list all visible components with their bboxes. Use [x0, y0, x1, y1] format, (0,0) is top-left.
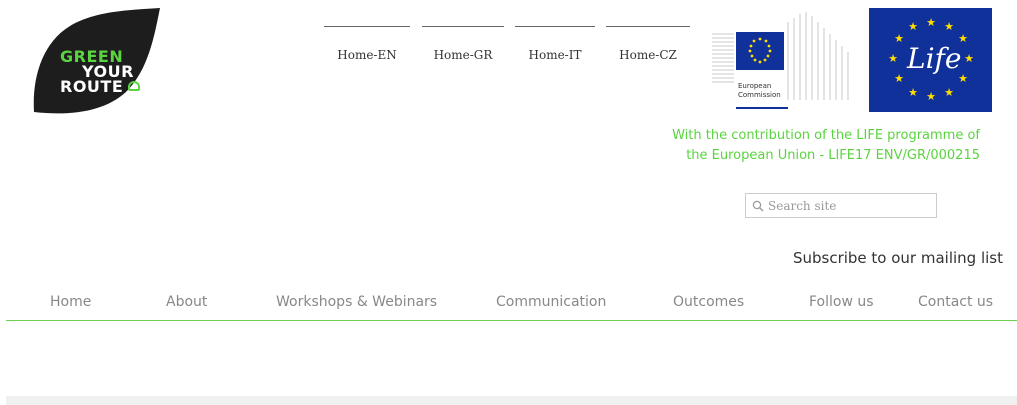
svg-text:★: ★ — [944, 86, 954, 99]
svg-text:★: ★ — [908, 86, 918, 99]
main-nav: Home About Workshops & Webinars Communic… — [6, 284, 1017, 321]
svg-text:★: ★ — [888, 52, 898, 65]
svg-text:★: ★ — [926, 16, 936, 29]
ec-building-icon — [712, 12, 849, 109]
nav-communication[interactable]: Communication — [496, 294, 606, 310]
svg-text:★: ★ — [894, 72, 904, 85]
search-box[interactable] — [745, 193, 937, 218]
lang-link-cz[interactable]: Home-CZ — [606, 26, 690, 66]
life-wordmark: Life — [907, 42, 962, 75]
contribution-line-2: the European Union - LIFE17 ENV/GR/00021… — [686, 148, 980, 163]
lang-link-gr[interactable]: Home-GR — [422, 26, 504, 66]
ec-label-line1: European — [738, 82, 772, 90]
logo-text-route: ROUTE — [60, 77, 124, 96]
content-area-edge — [6, 396, 1017, 405]
svg-text:★: ★ — [908, 20, 918, 33]
svg-text:★: ★ — [964, 52, 974, 65]
life-contribution-notice: With the contribution of the LIFE progra… — [560, 126, 980, 166]
nav-follow-us[interactable]: Follow us — [809, 294, 874, 310]
svg-text:★: ★ — [944, 20, 954, 33]
svg-text:★: ★ — [894, 32, 904, 45]
nav-outcomes[interactable]: Outcomes — [673, 294, 744, 310]
nav-about[interactable]: About — [166, 294, 207, 310]
search-icon — [752, 200, 764, 211]
nav-contact-us[interactable]: Contact us — [918, 294, 993, 310]
lang-link-en[interactable]: Home-EN — [324, 26, 410, 66]
contribution-line-1: With the contribution of the LIFE progra… — [672, 128, 980, 143]
site-logo[interactable]: GREEN YOUR ROUTE — [30, 8, 162, 116]
nav-workshops-webinars[interactable]: Workshops & Webinars — [276, 294, 437, 310]
search-input[interactable] — [764, 198, 928, 213]
svg-text:★: ★ — [926, 90, 936, 103]
european-commission-logo: European Commission — [712, 8, 852, 112]
nav-home[interactable]: Home — [50, 294, 91, 310]
car-icon — [128, 81, 140, 91]
lang-link-it[interactable]: Home-IT — [515, 26, 595, 66]
subscribe-link[interactable]: Subscribe to our mailing list — [793, 249, 1003, 267]
ec-label-line2: Commission — [738, 91, 781, 99]
life-programme-logo: ★ ★ ★ ★ ★ ★ ★ ★ ★ ★ ★ ★ Life — [869, 8, 992, 112]
